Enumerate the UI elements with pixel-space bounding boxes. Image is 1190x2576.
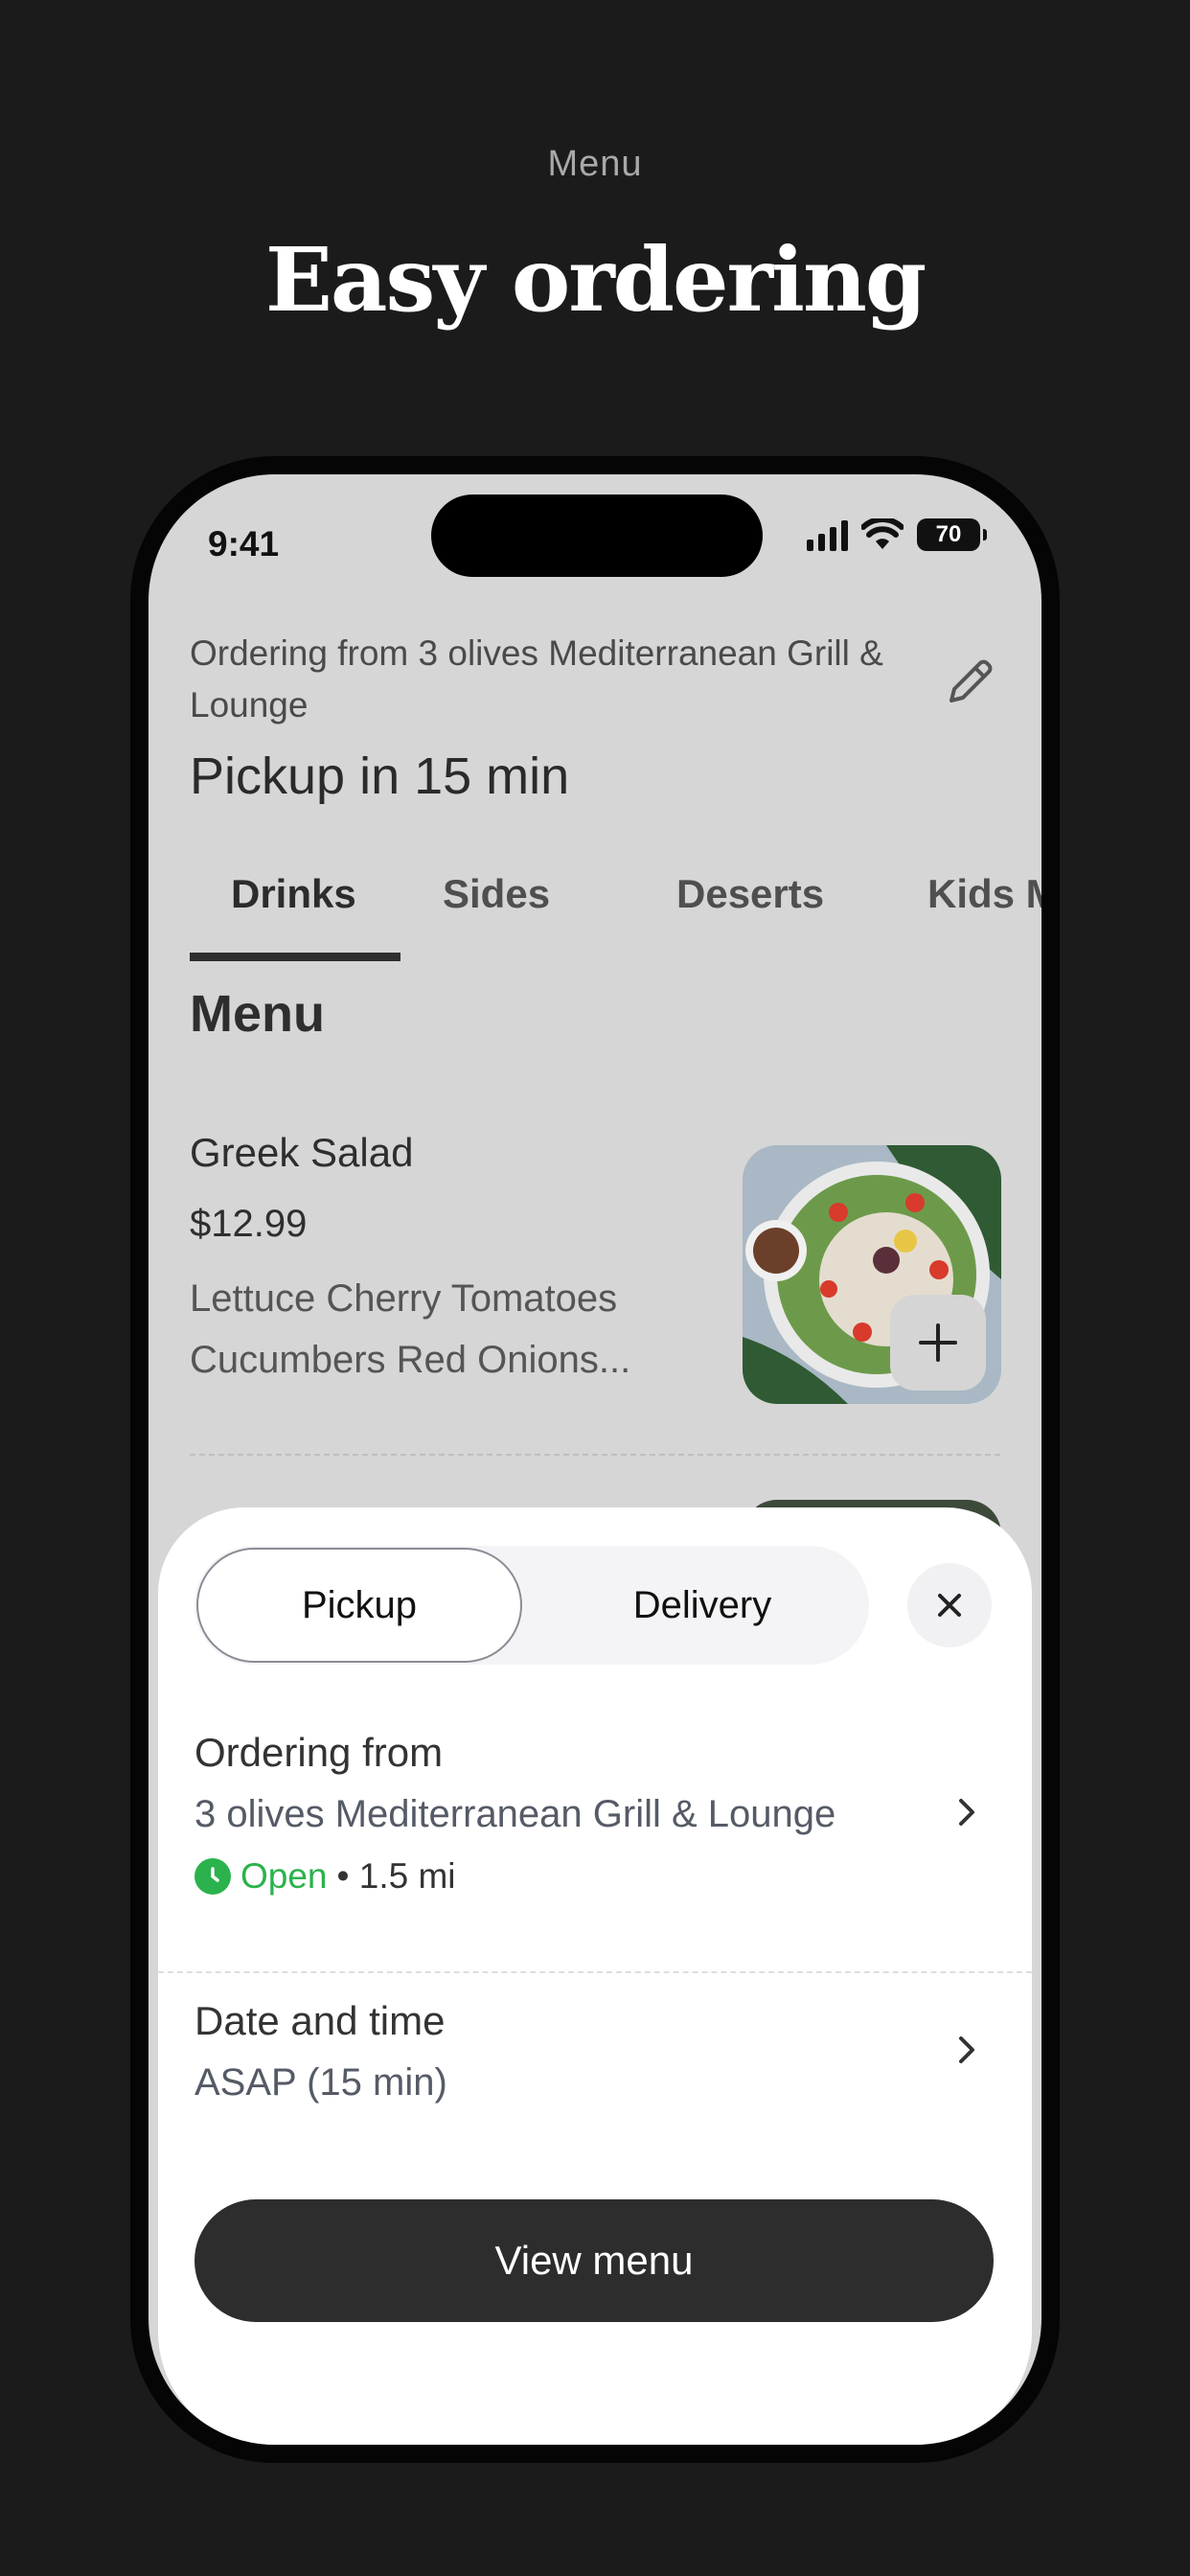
category-tabs: Drinks Sides Deserts Kids Meals — [190, 839, 1041, 961]
status-time: 9:41 — [208, 524, 280, 564]
wifi-icon — [861, 518, 904, 549]
status-icons: 70 — [807, 518, 987, 551]
date-time-title: Date and time — [195, 1998, 446, 2043]
tab-deserts[interactable]: Deserts — [676, 839, 824, 961]
open-label: Open — [240, 1856, 328, 1896]
edit-pencil-icon[interactable] — [942, 653, 999, 710]
dynamic-island — [431, 494, 763, 577]
item-name[interactable]: Greek Salad — [190, 1130, 413, 1176]
item-price: $12.99 — [190, 1203, 308, 1245]
tab-kids-meals[interactable]: Kids Meals — [927, 839, 1041, 961]
order-type-toggle: Pickup Delivery — [195, 1546, 869, 1665]
signal-icon — [807, 518, 848, 551]
tab-drinks[interactable]: Drinks — [231, 839, 356, 961]
chevron-right-icon[interactable] — [951, 1795, 980, 1829]
restaurant-name[interactable]: 3 olives Mediterranean Grill & Lounge — [195, 1793, 835, 1836]
delivery-option[interactable]: Delivery — [539, 1548, 865, 1663]
phone-frame: 9:41 70 Ordering from 3 olives Mediterra… — [130, 456, 1060, 2463]
clock-icon — [195, 1858, 231, 1895]
plus-icon — [919, 1323, 957, 1362]
close-icon — [938, 1594, 961, 1617]
ordering-from-text: Ordering from 3 olives Mediterranean Gri… — [190, 633, 883, 724]
sheet-divider — [158, 1971, 1032, 1973]
open-status: Open • 1.5 mi — [195, 1856, 456, 1897]
chevron-right-icon[interactable] — [951, 2033, 980, 2067]
ordering-from-title: Ordering from — [195, 1730, 444, 1775]
pickup-option[interactable]: Pickup — [196, 1548, 522, 1663]
close-button[interactable] — [907, 1563, 992, 1647]
battery-icon: 70 — [917, 518, 987, 551]
item-description: Lettuce Cherry Tomatoes Cucumbers Red On… — [190, 1277, 631, 1381]
phone-screen: 9:41 70 Ordering from 3 olives Mediterra… — [149, 474, 1041, 2445]
order-type-sheet: Pickup Delivery Ordering from 3 olives M… — [158, 1507, 1032, 2445]
distance-label: • 1.5 mi — [336, 1856, 456, 1896]
tab-sides[interactable]: Sides — [443, 839, 550, 961]
view-menu-button[interactable]: View menu — [195, 2199, 994, 2322]
add-to-cart-button[interactable] — [890, 1295, 986, 1391]
headline: Easy ordering — [264, 228, 927, 332]
date-time-value[interactable]: ASAP (15 min) — [195, 2061, 447, 2104]
item-divider — [190, 1454, 1000, 1456]
active-tab-indicator — [190, 953, 400, 961]
pickup-title: Pickup in 15 min — [190, 748, 570, 805]
menu-heading: Menu — [190, 985, 325, 1043]
top-label: Menu — [547, 144, 643, 184]
